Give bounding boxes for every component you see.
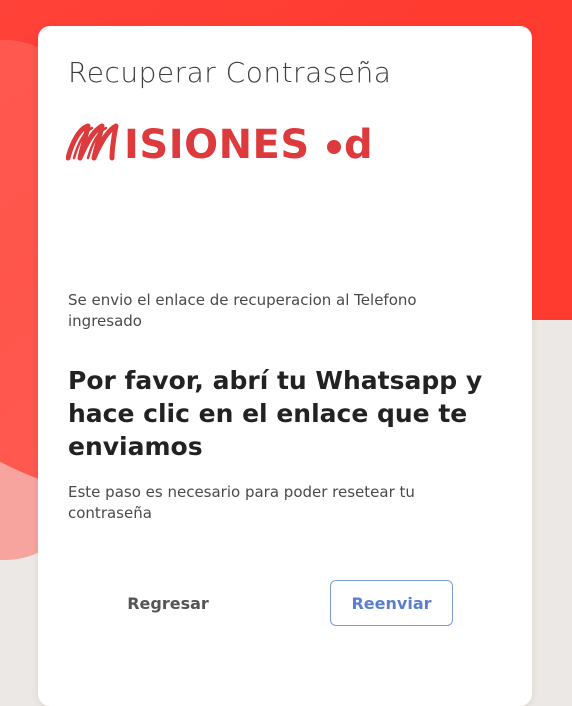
page-title: Recuperar Contraseña <box>68 56 392 89</box>
sent-notice: Se envio el enlace de recuperacion al Te… <box>68 291 417 330</box>
back-button[interactable]: Regresar <box>108 582 228 624</box>
misionesed-logo: ISIONES d <box>66 122 373 166</box>
instruction-headline: Por favor, abrí tu Whatsapp y hace clic … <box>68 366 483 461</box>
svg-text:ISIONES: ISIONES <box>124 122 310 166</box>
resend-button[interactable]: Reenviar <box>330 580 453 626</box>
svg-text:d: d <box>344 122 373 166</box>
helper-text: Este paso es necesario para poder resete… <box>68 483 415 522</box>
recovery-card: Recuperar Contraseña ISIONES d Se envio … <box>38 26 532 706</box>
